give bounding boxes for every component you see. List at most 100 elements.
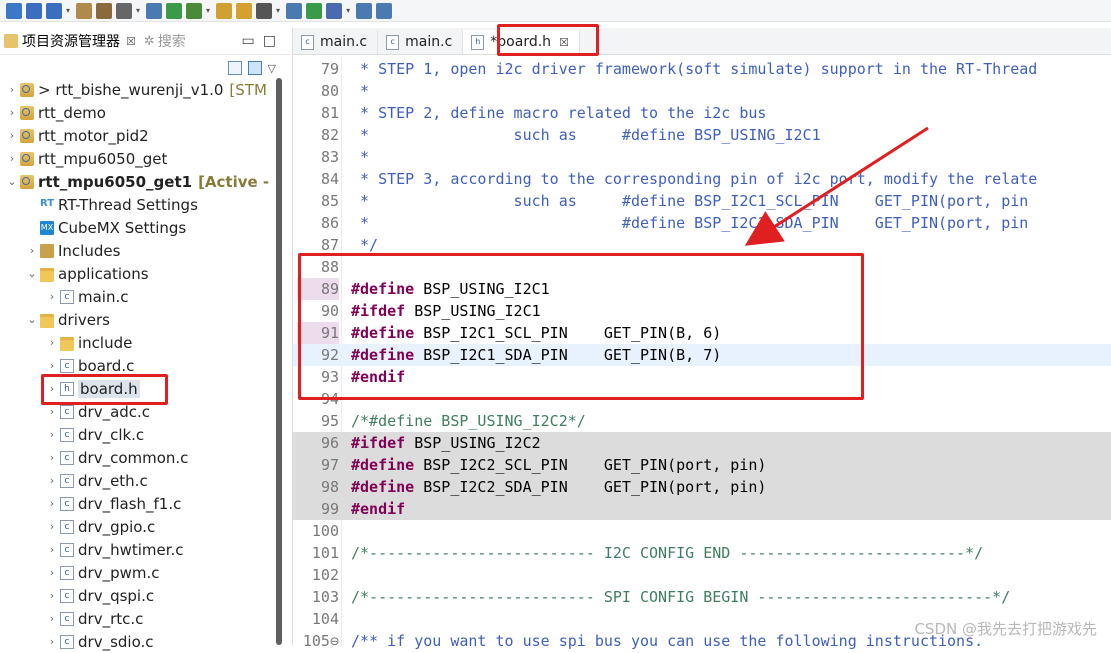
code-line[interactable]: 87 */ (293, 234, 1111, 256)
tree-item[interactable]: › c drv_sdio.c (0, 630, 276, 653)
chevron-right-icon[interactable]: › (46, 290, 58, 303)
code-line[interactable]: 84 * STEP 3, according to the correspond… (293, 168, 1111, 190)
tree-item[interactable]: › h board.h (0, 377, 276, 400)
tab-project-explorer[interactable]: 项目资源管理器 ☒ (0, 28, 140, 54)
minimize-icon[interactable]: ▭ (242, 33, 255, 49)
tree-scrollbar[interactable] (276, 78, 282, 645)
new-icon[interactable] (6, 2, 22, 19)
tree-item[interactable]: › c drv_adc.c (0, 400, 276, 423)
chevron-right-icon[interactable]: › (46, 336, 58, 349)
tree-item[interactable]: › rtt_demo (0, 101, 276, 124)
code-line[interactable]: 82 * such as #define BSP_USING_I2C1 (293, 124, 1111, 146)
code-line[interactable]: 97 #define BSP_I2C2_SCL_PIN GET_PIN(port,… (293, 454, 1111, 476)
collapse-all-icon[interactable] (227, 61, 242, 75)
tree-item[interactable]: › rtt_motor_pid2 (0, 124, 276, 147)
code-line[interactable]: 103 /*------------------------- SPI CONFI… (293, 586, 1111, 608)
tree-item[interactable]: ⌄ rtt_mpu6050_get1 [Active - (0, 170, 276, 193)
code-line[interactable]: 86 * #define BSP_I2C1_SDA_PIN GET_PIN(po… (293, 212, 1111, 234)
code-line[interactable]: 92 #define BSP_I2C1_SDA_PIN GET_PIN(B, 7) (293, 344, 1111, 366)
code-line[interactable]: 81 * STEP 2, define macro related to the… (293, 102, 1111, 124)
chevron-down-icon[interactable]: ⌄ (26, 267, 38, 280)
dropdown-arrow-icon[interactable]: ▾ (66, 6, 70, 15)
chevron-right-icon[interactable]: › (46, 635, 58, 648)
tree-item[interactable]: MX CubeMX Settings (0, 216, 276, 239)
open-icon[interactable] (236, 2, 253, 19)
code-line[interactable]: 94 (293, 388, 1111, 410)
save-all-icon[interactable] (46, 2, 62, 19)
tree-item[interactable]: ⌄ applications (0, 262, 276, 285)
tree-item[interactable]: › c drv_qspi.c (0, 584, 276, 607)
chevron-right-icon[interactable]: › (6, 83, 18, 96)
chevron-right-icon[interactable]: › (46, 474, 58, 487)
chevron-down-icon[interactable]: ⌄ (6, 175, 18, 188)
chevron-right-icon[interactable]: › (46, 497, 58, 510)
chevron-right-icon[interactable]: › (6, 106, 18, 119)
dropdown-arrow-icon[interactable]: ▾ (346, 6, 350, 15)
forward-icon[interactable] (376, 2, 393, 19)
code-line[interactable]: 85 * such as #define BSP_I2C1_SCL_PIN GE… (293, 190, 1111, 212)
tree-item[interactable]: ⌄ drivers (0, 308, 276, 331)
code-line[interactable]: 80 * (293, 80, 1111, 102)
chevron-right-icon[interactable]: › (46, 520, 58, 533)
monitor-icon[interactable] (146, 2, 163, 19)
editor-tab[interactable]: c main.c (378, 30, 464, 54)
gear-icon[interactable] (166, 2, 183, 19)
code-line[interactable]: 91 #define BSP_I2C1_SCL_PIN GET_PIN(B, 6) (293, 322, 1111, 344)
chevron-right-icon[interactable]: › (46, 405, 58, 418)
chevron-right-icon[interactable]: › (6, 152, 18, 165)
chevron-right-icon[interactable]: › (46, 543, 58, 556)
code-line[interactable]: 95 /*#define BSP_USING_I2C2*/ (293, 410, 1111, 432)
editor-tab[interactable]: h *board.h ☒ (463, 30, 580, 54)
chevron-right-icon[interactable]: › (46, 589, 58, 602)
close-icon[interactable]: ☒ (126, 35, 136, 48)
download-icon[interactable] (306, 2, 323, 19)
tree-item[interactable]: RT RT-Thread Settings (0, 193, 276, 216)
code-area[interactable]: 79 * STEP 1, open i2c driver framework(s… (293, 58, 1111, 652)
tree-item[interactable]: › Includes (0, 239, 276, 262)
tree-item[interactable]: › c drv_clk.c (0, 423, 276, 446)
tree-item[interactable]: › c drv_common.c (0, 446, 276, 469)
save-icon[interactable] (26, 2, 42, 19)
code-line[interactable]: 79 * STEP 1, open i2c driver framework(s… (293, 58, 1111, 80)
editor-tab[interactable]: c main.c (293, 30, 379, 54)
back-icon[interactable] (356, 2, 373, 19)
tree-item[interactable]: › c drv_rtc.c (0, 607, 276, 630)
code-line[interactable]: 89 #define BSP_USING_I2C1 (293, 278, 1111, 300)
code-line[interactable]: 102 (293, 564, 1111, 586)
tree-item[interactable]: › c drv_eth.c (0, 469, 276, 492)
code-line[interactable]: 99 #endif (293, 498, 1111, 520)
dropdown-arrow-icon[interactable]: ▾ (206, 6, 210, 15)
tree-item[interactable]: › rtt_mpu6050_get (0, 147, 276, 170)
book-icon[interactable] (286, 2, 303, 19)
chevron-right-icon[interactable]: › (46, 612, 58, 625)
hammer-icon[interactable] (96, 2, 113, 19)
search-icon[interactable] (256, 2, 273, 19)
chevron-right-icon[interactable]: › (46, 451, 58, 464)
layers-icon[interactable] (326, 2, 343, 19)
chevron-right-icon[interactable]: › (46, 359, 58, 372)
code-line[interactable]: 101 /*------------------------- I2C CONFI… (293, 542, 1111, 564)
chevron-right-icon[interactable]: › (46, 382, 58, 395)
tree-item[interactable]: › c drv_flash_f1.c (0, 492, 276, 515)
tab-search[interactable]: ✲ 搜索 (140, 28, 190, 54)
chevron-right-icon[interactable]: › (46, 566, 58, 579)
code-line[interactable]: 88 (293, 256, 1111, 278)
code-line[interactable]: 90 #ifdef BSP_USING_I2C1 (293, 300, 1111, 322)
tree-item[interactable]: › c drv_gpio.c (0, 515, 276, 538)
build-icon[interactable] (76, 2, 93, 19)
tree-item[interactable]: › c main.c (0, 285, 276, 308)
link-with-editor-icon[interactable] (247, 61, 262, 75)
code-line[interactable]: 100 (293, 520, 1111, 542)
dropdown-arrow-icon[interactable]: ▾ (136, 6, 140, 15)
maximize-icon[interactable]: □ (263, 33, 276, 49)
tree-item[interactable]: › c board.c (0, 354, 276, 377)
close-icon[interactable]: ☒ (559, 36, 569, 49)
view-menu-chevron-icon[interactable]: ▽ (268, 62, 276, 75)
run-icon[interactable] (216, 2, 233, 19)
tree-item[interactable]: › > rtt_bishe_wurenji_v1.0 [STM (0, 78, 276, 101)
code-line[interactable]: 96 #ifdef BSP_USING_I2C2 (293, 432, 1111, 454)
chevron-right-icon[interactable]: › (46, 428, 58, 441)
dropdown-arrow-icon[interactable]: ▾ (276, 6, 280, 15)
chevron-right-icon[interactable]: › (26, 244, 38, 257)
tree-item[interactable]: › c drv_hwtimer.c (0, 538, 276, 561)
